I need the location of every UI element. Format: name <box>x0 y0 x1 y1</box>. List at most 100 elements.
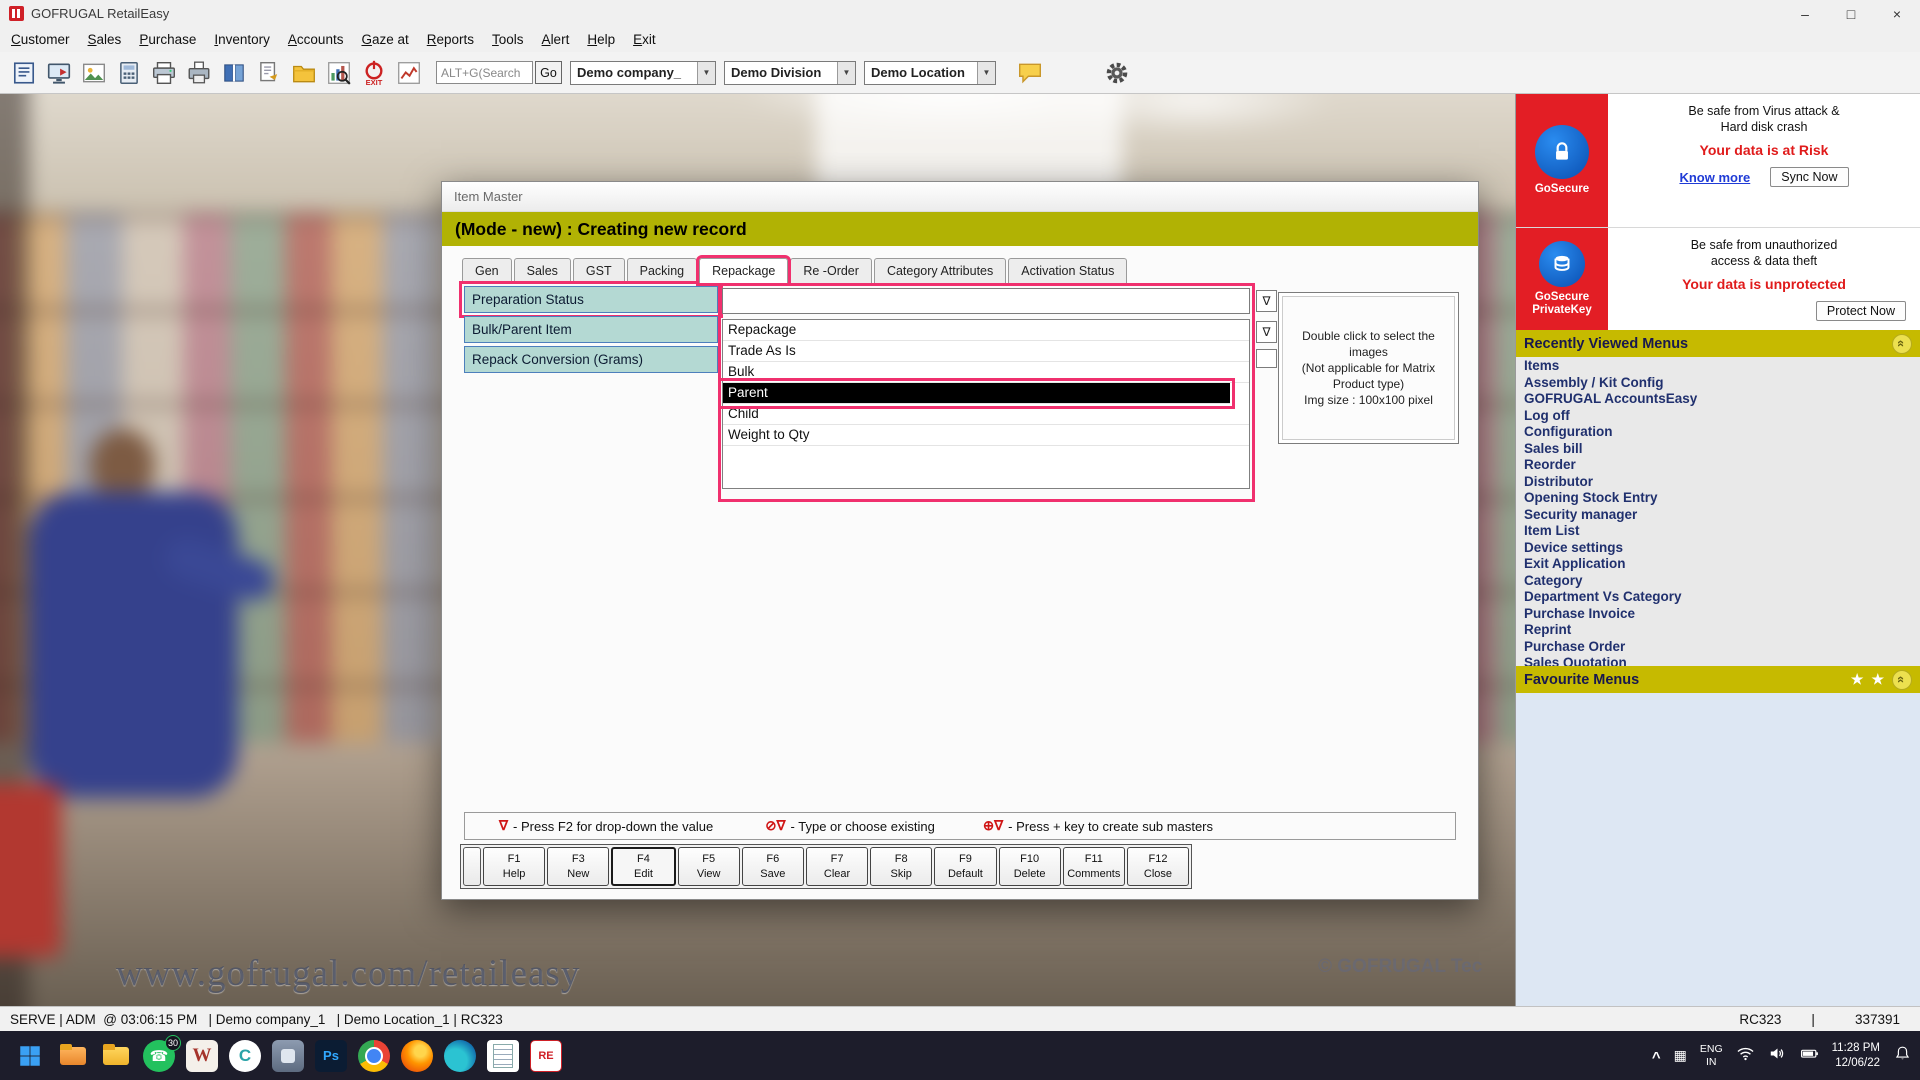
f1-help-button[interactable]: F1 Help <box>483 847 546 886</box>
tray-grid-icon[interactable]: ▦ <box>1674 1047 1687 1064</box>
f12-close-button[interactable]: F12 Close <box>1126 847 1190 886</box>
star-icon[interactable]: ★ <box>1851 671 1864 688</box>
volume-icon[interactable] <box>1768 1044 1787 1068</box>
dropdown-nabla-button-1[interactable]: ∇ <box>1256 290 1277 312</box>
recent-menu-item[interactable]: Department Vs Category <box>1516 589 1920 606</box>
start-button[interactable] <box>14 1040 46 1072</box>
preparation-status-input[interactable] <box>722 288 1250 314</box>
notepad-icon[interactable] <box>487 1039 519 1072</box>
go-button[interactable]: Go <box>535 61 562 84</box>
language-indicator[interactable]: ENG IN <box>1700 1043 1723 1068</box>
tab-sales[interactable]: Sales <box>513 258 571 283</box>
division-combobox[interactable]: Demo Division ▼ <box>724 60 856 85</box>
collapse-chevron-icon[interactable]: « <box>1892 333 1912 354</box>
dialog-titlebar[interactable]: Item Master <box>442 182 1478 212</box>
chevron-down-icon[interactable]: ▼ <box>977 61 995 84</box>
know-more-link[interactable]: Know more <box>1679 170 1750 185</box>
firefox-icon[interactable] <box>401 1039 433 1072</box>
line-chart-icon[interactable] <box>393 53 425 93</box>
protect-now-button[interactable]: Protect Now <box>1815 301 1906 322</box>
recent-menu-item[interactable]: Distributor <box>1516 474 1920 491</box>
tab-repackage[interactable]: Repackage <box>696 255 792 286</box>
star-icon[interactable]: ★ <box>1871 671 1884 688</box>
repack-conversion-box[interactable] <box>1256 349 1277 368</box>
collapse-chevron-icon[interactable]: « <box>1892 669 1912 690</box>
receipt-printer-icon[interactable] <box>183 53 215 93</box>
gosecure-ad[interactable]: GoSecure Be safe from Virus attack & Har… <box>1516 94 1920 227</box>
global-search-input[interactable] <box>436 61 533 84</box>
calculator-icon[interactable] <box>113 53 145 93</box>
recent-menu-item[interactable]: Item List <box>1516 523 1920 540</box>
recent-menu-item[interactable]: Sales Quotation <box>1516 655 1920 666</box>
menu-exit[interactable]: Exit <box>624 29 665 50</box>
whatsapp-icon[interactable]: ☎ 30 <box>143 1034 181 1072</box>
recent-menu-item[interactable]: Reprint <box>1516 622 1920 639</box>
recent-menu-item[interactable]: Device settings <box>1516 540 1920 557</box>
recent-menu-item[interactable]: Security manager <box>1516 507 1920 524</box>
chart-search-icon[interactable] <box>323 53 355 93</box>
recent-menu-item[interactable]: Sales bill <box>1516 441 1920 458</box>
chrome-icon[interactable] <box>358 1039 390 1072</box>
recent-menu-item[interactable]: Purchase Order <box>1516 639 1920 656</box>
f10-delete-button[interactable]: F10 Delete <box>998 847 1061 886</box>
taskbar-clock[interactable]: 11:28 PM 12/06/22 <box>1832 1041 1880 1071</box>
photo-icon[interactable] <box>78 53 110 93</box>
remote-monitor-icon[interactable] <box>43 53 75 93</box>
f7-clear-button[interactable]: F7 Clear <box>805 847 869 886</box>
word-app-icon[interactable]: W <box>186 1039 218 1072</box>
tab-packing[interactable]: Packing <box>626 258 698 283</box>
menu-sales[interactable]: Sales <box>79 29 131 50</box>
menu-reports[interactable]: Reports <box>418 29 483 50</box>
menu-purchase[interactable]: Purchase <box>130 29 205 50</box>
tab-gst[interactable]: GST <box>572 258 625 283</box>
generic-app-icon[interactable] <box>272 1039 304 1072</box>
chevron-down-icon[interactable]: ▼ <box>837 61 855 84</box>
close-button[interactable]: × <box>1874 0 1920 27</box>
menu-accounts[interactable]: Accounts <box>279 29 353 50</box>
tab-category-attributes[interactable]: Category Attributes <box>873 258 1007 283</box>
dropdown-nabla-button-2[interactable]: ∇ <box>1256 321 1277 343</box>
edge-icon[interactable] <box>444 1039 476 1072</box>
dropdown-option-bulk[interactable]: Bulk <box>723 362 1249 383</box>
recent-menu-item[interactable]: Exit Application <box>1516 556 1920 573</box>
f4-edit-button[interactable]: F4 Edit <box>611 847 676 886</box>
f8-skip-button[interactable]: F8 Skip <box>870 847 933 886</box>
exit-power-icon[interactable]: EXIT <box>358 53 390 93</box>
notification-bell-icon[interactable] <box>1893 1044 1912 1068</box>
chat-bubble-icon[interactable] <box>1014 53 1046 93</box>
book-icon[interactable] <box>218 53 250 93</box>
f6-save-button[interactable]: F6 Save <box>741 847 804 886</box>
edit-document-icon[interactable] <box>253 53 285 93</box>
f5-view-button[interactable]: F5 View <box>677 847 740 886</box>
tab-re-order[interactable]: Re -Order <box>790 258 872 283</box>
printer-icon[interactable] <box>148 53 180 93</box>
fkey-spacer-button[interactable] <box>463 847 481 886</box>
ledger-icon[interactable] <box>8 53 40 93</box>
image-select-box[interactable]: Double click to select the images (Not a… <box>1278 292 1459 444</box>
tab-gen[interactable]: Gen <box>462 258 512 283</box>
recent-menu-item[interactable]: Reorder <box>1516 457 1920 474</box>
menu-help[interactable]: Help <box>578 29 624 50</box>
maximize-button[interactable]: □ <box>1828 0 1874 27</box>
dropdown-option-weight-to-qty[interactable]: Weight to Qty <box>723 425 1249 446</box>
gosecure-privatekey-ad[interactable]: GoSecure PrivateKey Be safe from unauthor… <box>1516 227 1920 330</box>
recent-menu-item[interactable]: Purchase Invoice <box>1516 606 1920 623</box>
battery-icon[interactable] <box>1800 1044 1819 1068</box>
dropdown-option-child[interactable]: Child <box>723 404 1249 425</box>
tray-chevron-icon[interactable]: ^ <box>1652 1049 1661 1066</box>
recent-menu-item[interactable]: Log off <box>1516 408 1920 425</box>
f9-default-button[interactable]: F9 Default <box>934 847 997 886</box>
menu-customer[interactable]: Customer <box>2 29 79 50</box>
dropdown-option-repackage[interactable]: Repackage <box>723 320 1249 341</box>
file-explorer-icon[interactable] <box>100 1040 132 1072</box>
dropdown-option-trade-as-is[interactable]: Trade As Is <box>723 341 1249 362</box>
sync-now-button[interactable]: Sync Now <box>1770 167 1849 188</box>
files-app-icon[interactable] <box>57 1040 89 1072</box>
chevron-down-icon[interactable]: ▼ <box>697 61 715 84</box>
f3-new-button[interactable]: F3 New <box>547 847 610 886</box>
gear-icon[interactable] <box>1101 53 1133 93</box>
company-combobox[interactable]: Demo company_ ▼ <box>570 60 716 85</box>
tab-activation-status[interactable]: Activation Status <box>1008 258 1128 283</box>
recent-menu-item[interactable]: Configuration <box>1516 424 1920 441</box>
recent-menu-item[interactable]: Opening Stock Entry <box>1516 490 1920 507</box>
